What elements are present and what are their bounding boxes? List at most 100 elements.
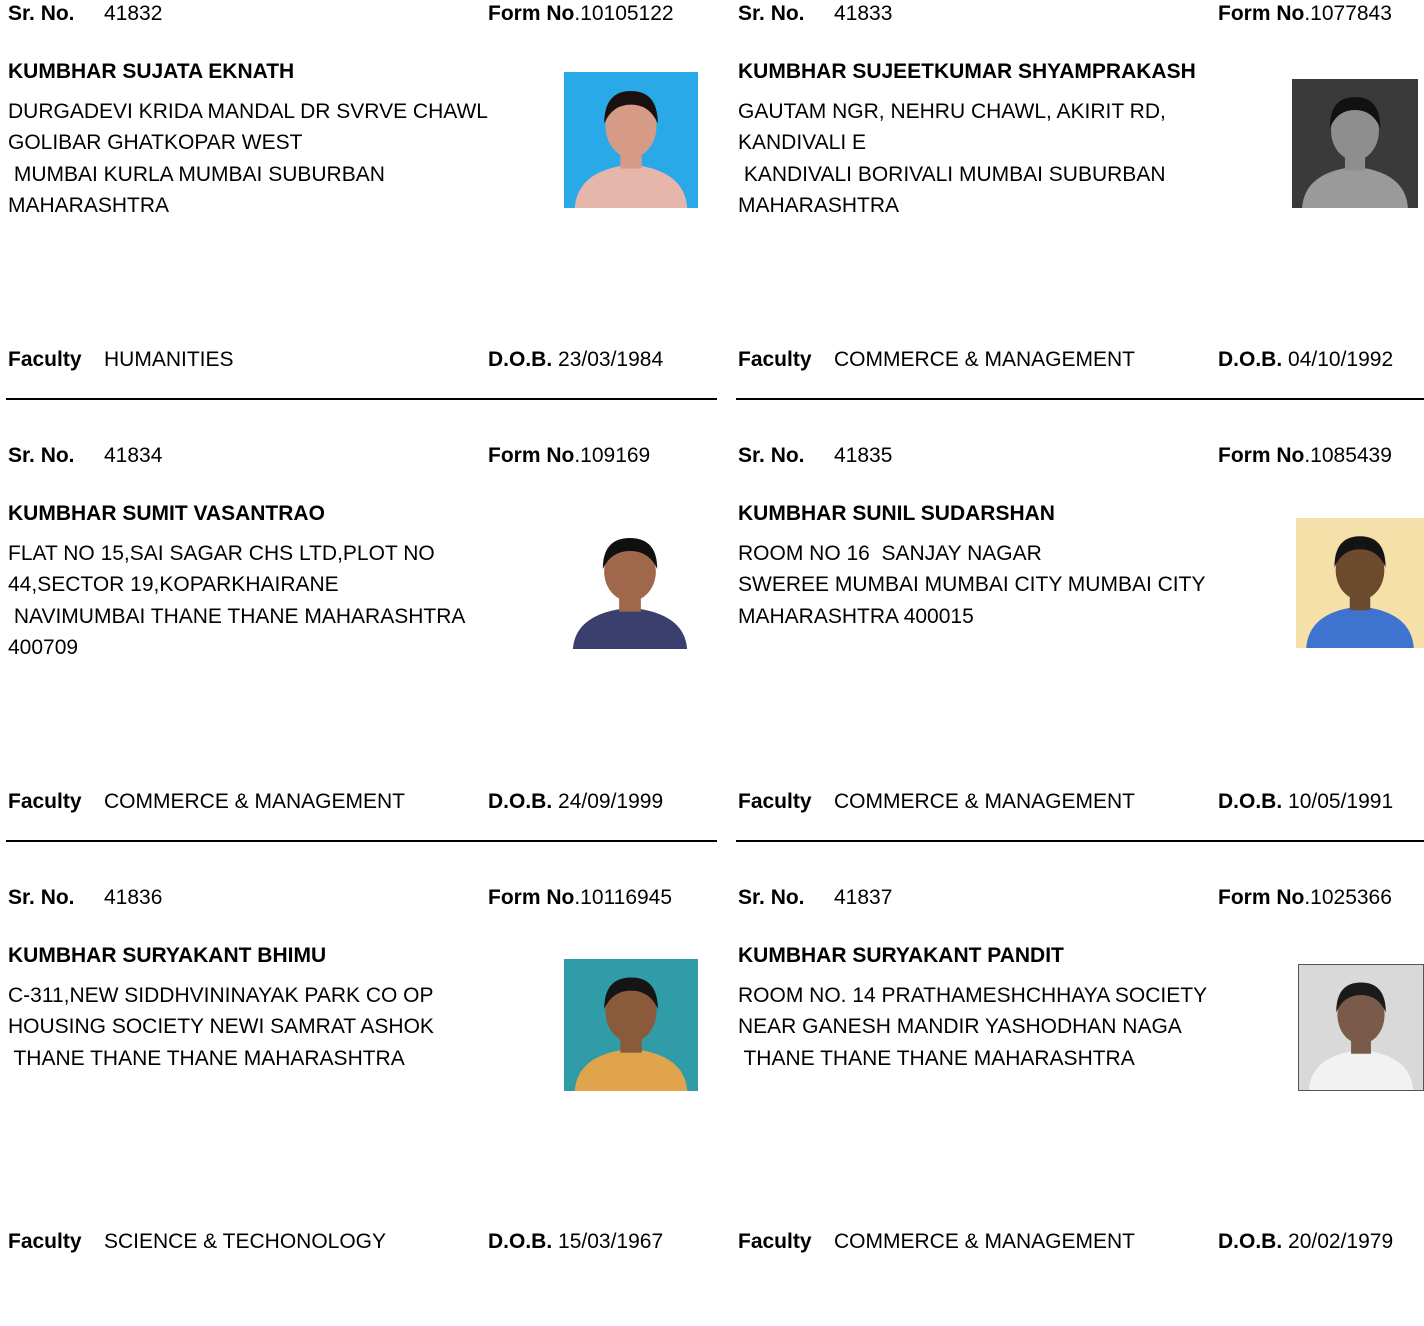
faculty-value: COMMERCE & MANAGEMENT: [834, 1230, 1136, 1253]
faculty-value: SCIENCE & TECHONOLOGY: [104, 1230, 387, 1253]
faculty-value: COMMERCE & MANAGEMENT: [834, 348, 1136, 371]
address-line: NEAR GANESH MANDIR YASHODHAN NAGA: [738, 1015, 1182, 1039]
address-line: THANE THANE THANE MAHARASHTRA: [8, 1046, 405, 1070]
candidate-name: KUMBHAR SURYAKANT PANDIT: [738, 944, 1064, 967]
divider-line: [6, 398, 717, 400]
sr-no-value: 41834: [104, 444, 163, 467]
address-line: KANDIVALI BORIVALI MUMBAI SUBURBAN: [738, 162, 1166, 186]
address-line: MAHARASHTRA 400015: [738, 604, 974, 628]
faculty-row: Faculty COMMERCE & MANAGEMENT: [8, 790, 405, 814]
dob-value: 15/03/1967: [558, 1230, 664, 1253]
address-line: ROOM NO 16 SANJAY NAGAR: [738, 542, 1042, 565]
address-line: THANE THANE THANE MAHARASHTRA: [738, 1046, 1135, 1070]
sr-no-row: Sr. No. 41833: [738, 2, 892, 26]
faculty-label: Faculty: [738, 790, 812, 813]
address-line: GAUTAM NGR, NEHRU CHAWL, AKIRIT RD,: [738, 100, 1166, 123]
candidate-name: KUMBHAR SUMIT VASANTRAO: [8, 502, 325, 525]
form-no-value: .10116945: [574, 886, 673, 909]
sr-no-label: Sr. No.: [8, 886, 75, 909]
form-no-value: .1077843: [1304, 2, 1392, 25]
form-no-row: Form No.1077843: [1218, 2, 1392, 26]
form-no-label: Form No: [1218, 886, 1305, 909]
dob-row: D.O.B. 15/03/1967: [488, 1230, 663, 1254]
sr-no-row: Sr. No. 41834: [8, 444, 162, 468]
address-line: GOLIBAR GHATKOPAR WEST: [8, 131, 303, 155]
candidate-name: KUMBHAR SUNIL SUDARSHAN: [738, 502, 1055, 525]
address-line: SWEREE MUMBAI MUMBAI CITY MUMBAI CITY: [738, 573, 1206, 597]
sr-no-label: Sr. No.: [8, 2, 75, 25]
faculty-row: Faculty SCIENCE & TECHONOLOGY: [8, 1230, 386, 1254]
faculty-value: COMMERCE & MANAGEMENT: [834, 790, 1136, 813]
sr-no-value: 41835: [834, 444, 893, 467]
address-line: MAHARASHTRA: [8, 193, 170, 217]
faculty-row: Faculty COMMERCE & MANAGEMENT: [738, 790, 1135, 814]
address-line: HOUSING SOCIETY NEWI SAMRAT ASHOK: [8, 1015, 434, 1039]
address-line: DURGADEVI KRIDA MANDAL DR SVRVE CHAWL: [8, 100, 488, 123]
address-line: MAHARASHTRA: [738, 193, 900, 217]
address-line: FLAT NO 15,SAI SAGAR CHS LTD,PLOT NO: [8, 542, 435, 565]
record-card: Sr. No. 41833 Form No.1077843 KUMBHAR SUJ…: [730, 0, 1424, 442]
sr-no-value: 41833: [834, 2, 893, 25]
form-no-value: .10105122: [574, 2, 674, 25]
record-card: Sr. No. 41835 Form No.1085439 KUMBHAR SUN…: [730, 442, 1424, 884]
dob-row: D.O.B. 24/09/1999: [488, 790, 663, 814]
candidate-address: ROOM NO 16 SANJAY NAGAR SWEREE MUMBAI MU…: [738, 538, 1258, 632]
address-line: 400709: [8, 635, 79, 659]
address-line: ROOM NO. 14 PRATHAMESHCHHAYA SOCIETY: [738, 984, 1208, 1007]
dob-value: 23/03/1984: [558, 348, 664, 371]
dob-label: D.O.B.: [488, 790, 553, 813]
candidate-address: C-311,NEW SIDDHVININAYAK PARK CO OP HOUS…: [8, 980, 528, 1074]
address-line: C-311,NEW SIDDHVININAYAK PARK CO OP: [8, 984, 434, 1007]
divider-line: [736, 840, 1424, 842]
faculty-label: Faculty: [8, 790, 82, 813]
dob-row: D.O.B. 04/10/1992: [1218, 348, 1393, 372]
form-no-label: Form No: [488, 2, 575, 25]
sr-no-row: Sr. No. 41835: [738, 444, 892, 468]
faculty-row: Faculty COMMERCE & MANAGEMENT: [738, 348, 1135, 372]
sr-no-label: Sr. No.: [8, 444, 75, 467]
divider-line: [736, 398, 1424, 400]
faculty-label: Faculty: [738, 1230, 812, 1253]
faculty-label: Faculty: [8, 1230, 82, 1253]
record-card: Sr. No. 41836 Form No.10116945 KUMBHAR SU…: [0, 884, 712, 1326]
sr-no-row: Sr. No. 41837: [738, 886, 892, 910]
dob-value: 20/02/1979: [1288, 1230, 1394, 1253]
dob-label: D.O.B.: [488, 1230, 553, 1253]
candidate-photo: [564, 959, 698, 1091]
address-line: KANDIVALI E: [738, 131, 866, 155]
candidate-photo: [562, 520, 698, 649]
faculty-row: Faculty HUMANITIES: [8, 348, 234, 372]
candidate-photo: [1298, 964, 1424, 1091]
dob-value: 04/10/1992: [1288, 348, 1394, 371]
candidate-photo: [1296, 518, 1424, 648]
form-no-label: Form No: [488, 886, 575, 909]
record-card: Sr. No. 41834 Form No.109169 KUMBHAR SUMI…: [0, 442, 712, 884]
candidate-address: DURGADEVI KRIDA MANDAL DR SVRVE CHAWL GO…: [8, 96, 528, 221]
faculty-row: Faculty COMMERCE & MANAGEMENT: [738, 1230, 1135, 1254]
form-no-row: Form No.1085439: [1218, 444, 1392, 468]
sr-no-row: Sr. No. 41836: [8, 886, 162, 910]
form-no-row: Form No.10116945: [488, 886, 672, 910]
form-no-value: .109169: [574, 444, 651, 467]
candidate-address: FLAT NO 15,SAI SAGAR CHS LTD,PLOT NO 44,…: [8, 538, 528, 663]
dob-row: D.O.B. 10/05/1991: [1218, 790, 1393, 814]
sr-no-label: Sr. No.: [738, 2, 805, 25]
sr-no-value: 41832: [104, 2, 163, 25]
dob-label: D.O.B.: [1218, 790, 1283, 813]
dob-value: 24/09/1999: [558, 790, 664, 813]
form-no-label: Form No: [1218, 444, 1305, 467]
faculty-value: HUMANITIES: [104, 348, 234, 371]
candidate-name: KUMBHAR SUJATA EKNATH: [8, 60, 295, 83]
address-line: NAVIMUMBAI THANE THANE MAHARASHTRA: [8, 604, 466, 628]
candidate-name: KUMBHAR SURYAKANT BHIMU: [8, 944, 327, 967]
dob-label: D.O.B.: [1218, 1230, 1283, 1253]
dob-value: 10/05/1991: [1288, 790, 1394, 813]
form-no-label: Form No: [488, 444, 575, 467]
record-card: Sr. No. 41837 Form No.1025366 KUMBHAR SUR…: [730, 884, 1424, 1326]
sr-no-value: 41837: [834, 886, 893, 909]
candidate-name: KUMBHAR SUJEETKUMAR SHYAMPRAKASH: [738, 60, 1196, 83]
candidate-photo: [1292, 79, 1418, 208]
dob-label: D.O.B.: [488, 348, 553, 371]
sr-no-row: Sr. No. 41832: [8, 2, 162, 26]
candidate-photo: [564, 72, 698, 208]
